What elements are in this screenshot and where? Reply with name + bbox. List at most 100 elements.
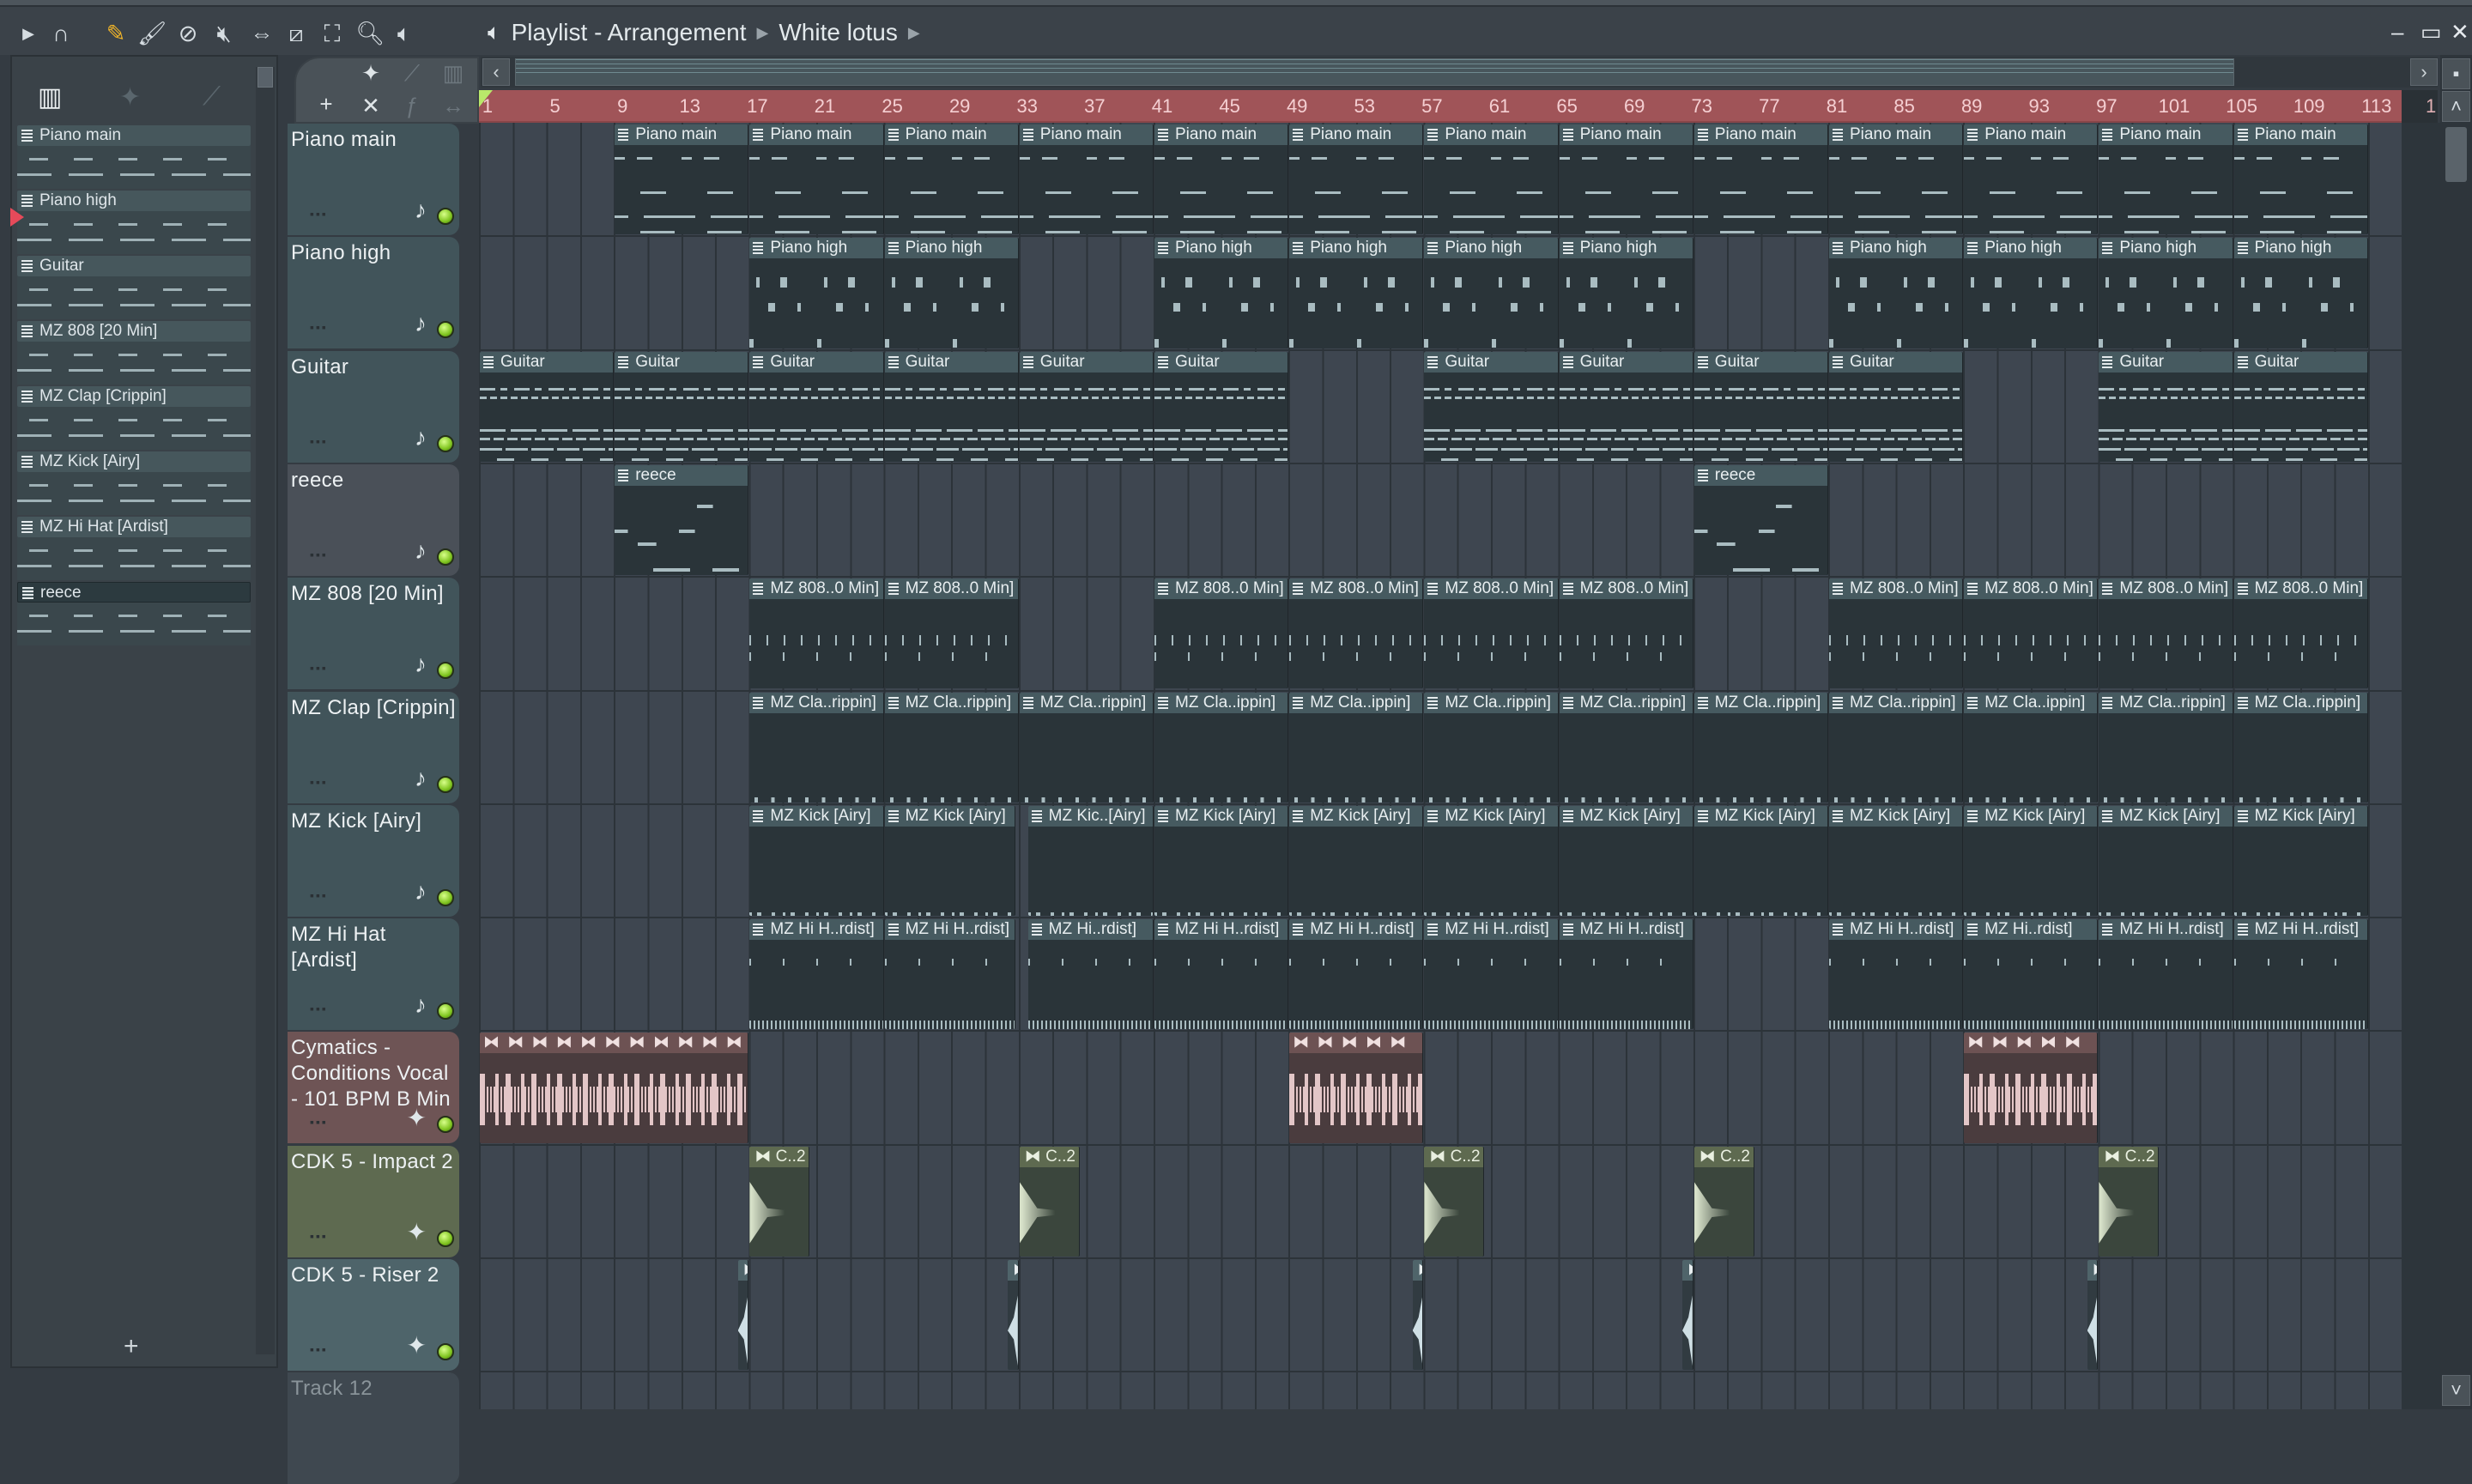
- track-menu-icon[interactable]: ▪▪▪: [310, 542, 328, 567]
- pattern-header[interactable]: MZ 808 [20 Min]: [17, 321, 251, 342]
- clip[interactable]: reece: [1693, 464, 1828, 576]
- pencil-icon[interactable]: ✎: [103, 21, 129, 46]
- clip[interactable]: MZ Hi H..rdist]: [884, 919, 1015, 1030]
- clip[interactable]: ⧓: [1682, 1260, 1693, 1371]
- clip[interactable]: MZ 808..0 Min]: [1154, 578, 1289, 689]
- clip-header[interactable]: MZ 808..0 Min]: [1424, 578, 1558, 600]
- clip-header[interactable]: ⧓: [1412, 1260, 1423, 1281]
- clip-header[interactable]: MZ Cla..rippin]: [749, 692, 883, 713]
- clip[interactable]: MZ Hi H..rdist]: [2099, 919, 2233, 1030]
- clip[interactable]: ⧓ C..2: [1019, 1146, 1080, 1257]
- picker-scrollbar[interactable]: [256, 67, 275, 1354]
- clip-header[interactable]: MZ Hi H..rdist]: [1559, 919, 1693, 941]
- track-header[interactable]: MZ Clap [Crippin] ▪▪▪ ♪: [288, 691, 459, 803]
- clip[interactable]: MZ Hi..rdist]: [1964, 919, 2099, 1030]
- overview-scrollbar[interactable]: ‹ ›: [481, 57, 2438, 88]
- clip-header[interactable]: MZ Cla..rippin]: [2233, 692, 2367, 713]
- pattern-item[interactable]: MZ Hi Hat [Ardist]: [17, 517, 251, 582]
- clip[interactable]: Piano main: [1559, 124, 1693, 235]
- clip[interactable]: Guitar: [1559, 351, 1693, 462]
- add-track-icon[interactable]: +: [312, 91, 341, 118]
- track-menu-icon[interactable]: ▪▪▪: [310, 1109, 328, 1135]
- track-menu-icon[interactable]: ▪▪▪: [310, 201, 328, 227]
- clip[interactable]: Guitar: [1693, 351, 1828, 462]
- clip-header[interactable]: MZ Hi H..rdist]: [1424, 919, 1558, 941]
- clip[interactable]: ⧓: [1008, 1260, 1019, 1371]
- clip[interactable]: Piano main: [1424, 124, 1559, 235]
- track-header[interactable]: Track 12: [288, 1372, 459, 1484]
- clip-header[interactable]: Guitar: [1559, 351, 1693, 373]
- clip-header[interactable]: Piano high: [2099, 238, 2233, 259]
- clip-header[interactable]: Piano high: [1424, 238, 1558, 259]
- clip-header[interactable]: Piano main: [1693, 124, 1827, 145]
- track-header[interactable]: reece ▪▪▪ ♪: [288, 463, 459, 576]
- clip[interactable]: Piano main: [1289, 124, 1424, 235]
- clip-header[interactable]: MZ Kick [Airy]: [1964, 805, 2098, 827]
- clip[interactable]: ⧓: [2087, 1260, 2099, 1371]
- scroll-thumb[interactable]: [2445, 127, 2467, 182]
- clip-header[interactable]: MZ 808..0 Min]: [2099, 578, 2233, 600]
- clip-header[interactable]: Piano main: [1019, 124, 1153, 145]
- track-menu-icon[interactable]: ▪▪▪: [310, 655, 328, 681]
- clip[interactable]: Piano high: [2099, 238, 2233, 348]
- clip[interactable]: MZ Hi H..rdist]: [1154, 919, 1289, 1030]
- clip[interactable]: MZ 808..0 Min]: [1829, 578, 1964, 689]
- clip-header[interactable]: MZ Cla..rippin]: [1424, 692, 1558, 713]
- track-header[interactable]: CDK 5 - Impact 2 ▪▪▪ ✦: [288, 1145, 459, 1257]
- track-menu-icon[interactable]: ▪▪▪: [310, 882, 328, 908]
- maximize-button[interactable]: ▭: [2420, 19, 2442, 45]
- clip[interactable]: ⧓ ⧓ ⧓ ⧓ ⧓: [1289, 1033, 1424, 1143]
- scroll-thumb[interactable]: [258, 67, 273, 88]
- clip-header[interactable]: Guitar: [1693, 351, 1827, 373]
- clip-header[interactable]: reece: [1693, 464, 1827, 486]
- clip-header[interactable]: Piano high: [1289, 238, 1423, 259]
- clip[interactable]: MZ Kic..[Airy]: [1027, 805, 1154, 917]
- track-mute-led[interactable]: [437, 434, 454, 452]
- clip-header[interactable]: MZ Cla..rippin]: [1829, 692, 1963, 713]
- clip[interactable]: MZ Cla..ippin]: [1154, 692, 1289, 803]
- track-menu-icon[interactable]: ▪▪▪: [310, 1336, 328, 1362]
- clip-header[interactable]: MZ Kic..[Airy]: [1027, 805, 1153, 827]
- clip[interactable]: ⧓ ⧓ ⧓ ⧓ ⧓ ⧓ ⧓ ⧓ ⧓ ⧓ ⧓: [480, 1033, 749, 1143]
- clip-header[interactable]: MZ Cla..rippin]: [1019, 692, 1153, 713]
- track-header[interactable]: CDK 5 - Riser 2 ▪▪▪ ✦: [288, 1259, 459, 1371]
- clip-header[interactable]: Guitar: [615, 351, 748, 373]
- clip-header[interactable]: ⧓ C..2: [2099, 1146, 2159, 1167]
- clip[interactable]: MZ 808..0 Min]: [749, 578, 884, 689]
- track-mute-led[interactable]: [437, 888, 454, 906]
- clip-header[interactable]: MZ 808..0 Min]: [1154, 578, 1288, 600]
- track-mute-led[interactable]: [437, 1229, 454, 1247]
- clip[interactable]: MZ Kick [Airy]: [749, 805, 884, 917]
- track-header[interactable]: Guitar ▪▪▪ ♪: [288, 350, 459, 463]
- track-mute-led[interactable]: [437, 1343, 454, 1360]
- clip-header[interactable]: ⧓: [737, 1260, 748, 1281]
- clip-header[interactable]: MZ 808..0 Min]: [1964, 578, 2098, 600]
- clip[interactable]: MZ Kick [Airy]: [2233, 805, 2368, 917]
- track-mute-led[interactable]: [437, 548, 454, 566]
- clip-header[interactable]: Piano main: [884, 124, 1018, 145]
- clip-header[interactable]: ⧓ ⧓ ⧓ ⧓ ⧓: [1289, 1033, 1423, 1054]
- clip-header[interactable]: Piano high: [1154, 238, 1288, 259]
- clip-header[interactable]: MZ Cla..ippin]: [1289, 692, 1423, 713]
- clip[interactable]: MZ Kick [Airy]: [1559, 805, 1693, 917]
- clip-header[interactable]: MZ Cla..ippin]: [1154, 692, 1288, 713]
- clip[interactable]: MZ 808..0 Min]: [1559, 578, 1693, 689]
- track-menu-icon[interactable]: ▪▪▪: [310, 996, 328, 1021]
- clip-header[interactable]: MZ 808..0 Min]: [2233, 578, 2367, 600]
- scroll-up-button[interactable]: ˄: [2442, 91, 2470, 122]
- clip-header[interactable]: Piano main: [2099, 124, 2233, 145]
- automation-filter-icon[interactable]: ⟋: [397, 60, 427, 88]
- clip[interactable]: Piano main: [1829, 124, 1964, 235]
- clip[interactable]: Guitar: [1424, 351, 1559, 462]
- clip[interactable]: MZ Kick [Airy]: [1693, 805, 1828, 917]
- clip[interactable]: MZ Hi H..rdist]: [1424, 919, 1559, 1030]
- scroll-top-button[interactable]: ▪: [2442, 58, 2470, 89]
- track-header[interactable]: Cymatics - Conditions Vocal - 101 BPM B …: [288, 1032, 459, 1144]
- clip[interactable]: ⧓ C..2: [1424, 1146, 1485, 1257]
- pattern-item[interactable]: MZ Clap [Crippin]: [17, 386, 251, 451]
- clip-header[interactable]: MZ Kick [Airy]: [749, 805, 883, 827]
- track-header[interactable]: MZ Hi Hat [Ardist] ▪▪▪ ♪: [288, 918, 459, 1031]
- clip-header[interactable]: Piano high: [884, 238, 1018, 259]
- overview-thumb[interactable]: [515, 58, 2234, 86]
- clip-header[interactable]: Guitar: [1154, 351, 1288, 373]
